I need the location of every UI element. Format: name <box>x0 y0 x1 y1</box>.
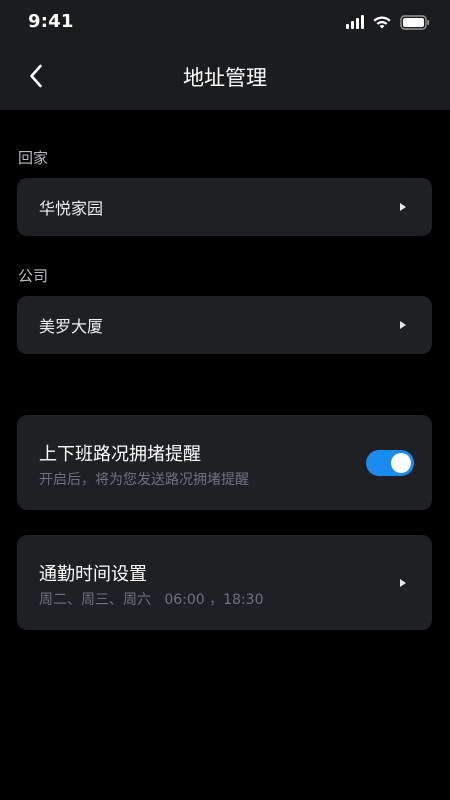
nav-header: 地址管理 <box>0 44 450 110</box>
chevron-right-icon <box>400 203 406 211</box>
congestion-reminder-card: 上下班路况拥堵提醒 开启后，将为您发送路况拥堵提醒 <box>17 415 432 510</box>
battery-icon <box>400 14 430 30</box>
home-address-row[interactable]: 华悦家园 <box>17 178 432 236</box>
congestion-reminder-title: 上下班路况拥堵提醒 <box>39 444 201 465</box>
company-section-label: 公司 <box>18 267 49 285</box>
home-section-label: 回家 <box>18 149 49 167</box>
top-bar: 9:41 地址管理 <box>0 0 450 110</box>
company-address-row[interactable]: 美罗大厦 <box>17 296 432 354</box>
toggle-knob <box>391 453 411 473</box>
congestion-reminder-toggle[interactable] <box>366 450 414 476</box>
signal-icon <box>346 15 364 29</box>
commute-time-title: 通勤时间设置 <box>39 564 147 585</box>
commute-time-subtitle: 周二、周三、周六 06:00 ，18:30 <box>39 592 264 608</box>
status-bar: 9:41 <box>0 0 450 44</box>
address-management-screen: 9:41 地址管理 回家 华悦家园 公司 美罗大厦 上下班路况拥堵提醒 开启后，… <box>0 0 450 800</box>
wifi-icon <box>372 15 392 30</box>
company-address-value: 美罗大厦 <box>39 317 104 336</box>
chevron-right-icon <box>400 578 406 587</box>
chevron-right-icon <box>400 321 406 329</box>
congestion-reminder-subtitle: 开启后，将为您发送路况拥堵提醒 <box>39 472 249 488</box>
status-icons <box>346 13 430 31</box>
page-title: 地址管理 <box>183 66 267 90</box>
commute-time-row[interactable]: 通勤时间设置 周二、周三、周六 06:00 ，18:30 <box>17 535 432 630</box>
home-address-value: 华悦家园 <box>39 199 104 218</box>
status-time: 9:41 <box>28 11 74 32</box>
